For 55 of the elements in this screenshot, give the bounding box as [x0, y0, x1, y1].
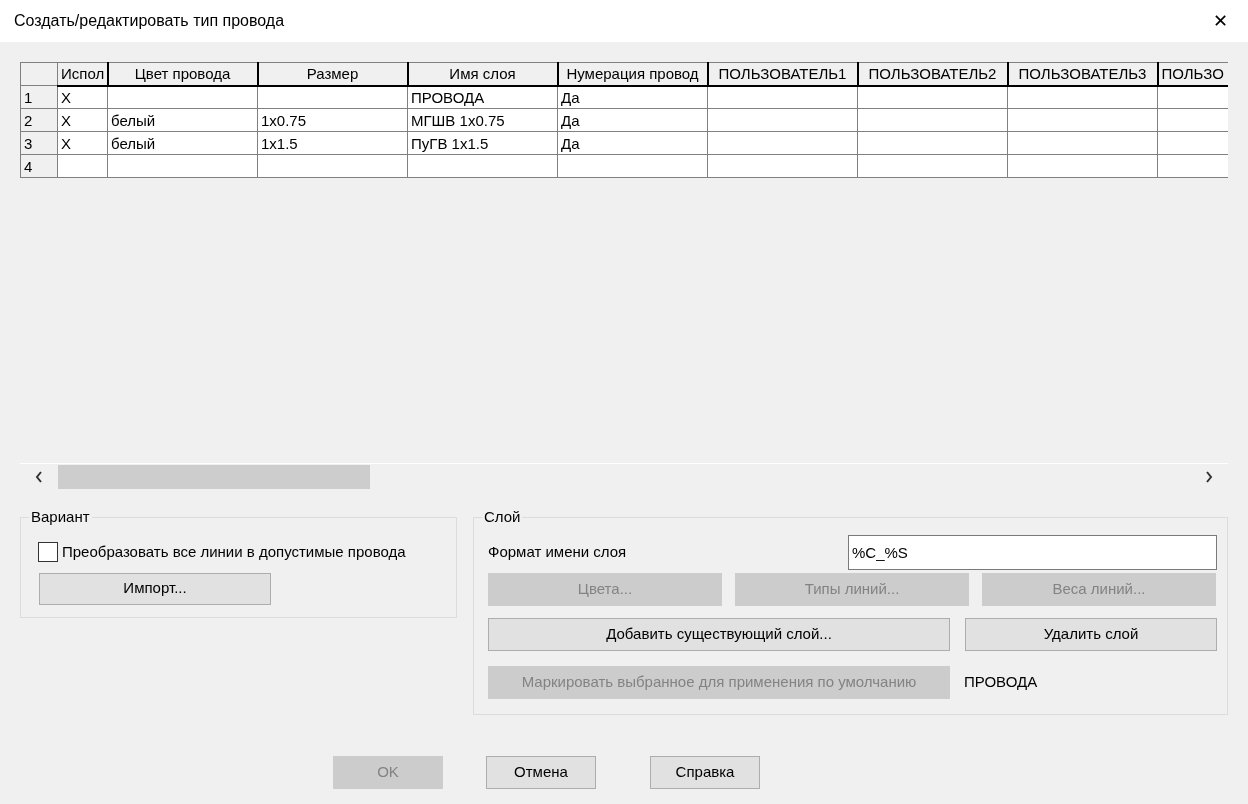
row-header[interactable]: 1 [20, 85, 58, 109]
table-cell[interactable]: 1x1.5 [257, 131, 408, 155]
table-cell[interactable]: Да [557, 108, 708, 132]
column-header[interactable]: Размер [257, 62, 408, 86]
table-cell[interactable] [707, 108, 858, 132]
row-header[interactable]: 3 [20, 131, 58, 155]
table-cell[interactable] [107, 154, 258, 178]
field-label: Формат имени слоя [488, 542, 627, 563]
column-header[interactable]: Нумерация провод [557, 62, 708, 86]
scrollbar-thumb[interactable] [58, 465, 370, 489]
layer-button[interactable]: Добавить существующий слой... [488, 618, 950, 651]
table-cell[interactable]: ПРОВОДА [407, 85, 558, 109]
corner-cell[interactable] [20, 62, 58, 86]
column-header[interactable]: ПОЛЬЗОВАТЕЛЬ3 [1007, 62, 1158, 86]
column-header[interactable]: ПОЛЬЗО [1157, 62, 1228, 86]
table-cell[interactable]: Да [557, 85, 708, 109]
table-cell[interactable] [857, 85, 1008, 109]
checkbox[interactable] [38, 542, 58, 563]
import-button[interactable]: Импорт... [39, 572, 271, 605]
table-cell[interactable] [407, 154, 558, 178]
column-header[interactable]: Цвет провода [107, 62, 258, 86]
layer-button[interactable]: Удалить слой [965, 618, 1217, 651]
table-cell[interactable] [557, 154, 708, 178]
table-cell[interactable] [1007, 154, 1158, 178]
column-header[interactable]: ПОЛЬЗОВАТЕЛЬ1 [707, 62, 858, 86]
column-header[interactable]: Имя слоя [407, 62, 558, 86]
close-button[interactable]: ✕ [1207, 7, 1234, 35]
row-header[interactable]: 2 [20, 108, 58, 132]
table-cell[interactable] [857, 131, 1008, 155]
table-cell[interactable] [707, 131, 858, 155]
dialog-button[interactable]: Отмена [486, 756, 596, 789]
row-header[interactable]: 4 [20, 154, 58, 178]
table-cell[interactable] [107, 85, 258, 109]
table-cell[interactable]: белый [107, 131, 258, 155]
table-cell[interactable] [857, 154, 1008, 178]
table-cell[interactable]: МГШВ 1x0.75 [407, 108, 558, 132]
table-cell[interactable] [857, 108, 1008, 132]
table-cell[interactable]: белый [107, 108, 258, 132]
table-cell[interactable]: Да [557, 131, 708, 155]
table-cell[interactable] [1007, 108, 1158, 132]
table-cell[interactable] [1007, 85, 1158, 109]
table-cell[interactable] [257, 85, 408, 109]
column-header[interactable]: Испол [57, 62, 108, 86]
table-cell[interactable] [707, 85, 858, 109]
column-header[interactable]: ПОЛЬЗОВАТЕЛЬ2 [857, 62, 1008, 86]
table-cell[interactable]: ПуГВ 1x1.5 [407, 131, 558, 155]
table-cell[interactable] [707, 154, 858, 178]
dialog-button[interactable]: Справка [650, 756, 760, 789]
default-layer-text: ПРОВОДА [964, 672, 1038, 693]
table-cell[interactable]: 1x0.75 [257, 108, 408, 132]
checkbox-label: Преобразовать все линии в допустимые провода [62, 542, 406, 562]
table-cell[interactable] [257, 154, 408, 178]
table-cell[interactable] [1007, 131, 1158, 155]
layer-format-field[interactable]: %C_%S [848, 535, 1217, 570]
window-title: Создать/редактировать тип провода [14, 11, 285, 31]
